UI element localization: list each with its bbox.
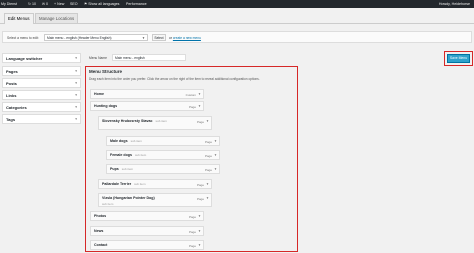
menu-item-title: Hunting dogs: [94, 104, 118, 108]
menu-item-title: Male dogs: [110, 139, 128, 143]
menu-item-type: Page: [204, 153, 212, 158]
chevron-down-icon[interactable]: ▼: [206, 119, 209, 123]
menu-item-type: Page: [204, 167, 212, 172]
menu-item-type: Custom: [185, 92, 196, 97]
menu-item-sub-label: sub item: [130, 139, 142, 143]
chevron-down-icon: ▼: [142, 36, 145, 40]
menu-item-pups[interactable]: Pups sub item Page ▼: [106, 164, 220, 174]
chevron-down-icon[interactable]: ▼: [206, 196, 209, 200]
tab-edit-menus[interactable]: Edit Menus: [4, 13, 34, 24]
menu-item-sub-label: sub item: [134, 153, 147, 157]
menu-select-value: Main menu - english (Header Menu English…: [47, 36, 112, 40]
chevron-down-icon[interactable]: ▼: [198, 229, 201, 233]
menu-item-contact[interactable]: Contact Page ▼: [90, 240, 204, 250]
sidebar-item-posts[interactable]: Posts ▾: [2, 78, 81, 88]
menu-item-title: News: [94, 229, 104, 233]
menu-item-home[interactable]: Home Custom ▼: [90, 89, 204, 99]
menu-item-slovensky[interactable]: Slovensky Hrubosrsty Stavac sub item Page…: [98, 116, 212, 130]
chevron-down-icon: ▾: [75, 56, 77, 60]
admin-bar: My Dienst ↻ 10 ✉ 0 + New SEO ⚑ Show all …: [0, 0, 474, 8]
menu-item-type: Page: [196, 182, 204, 187]
menu-item-type: Page: [204, 139, 212, 144]
menu-item-sub-label: sub item: [134, 182, 146, 186]
chevron-down-icon[interactable]: ▼: [214, 139, 217, 143]
performance-link[interactable]: Performance: [126, 0, 147, 8]
menu-item-pallardale-terrier[interactable]: Pallardale Terrier sub item Page ▼: [98, 179, 212, 189]
languages-label: Show all languages: [88, 2, 120, 6]
menu-item-sub-label: sub item: [121, 167, 134, 171]
menu-item-title: Slovensky Hrubosrsty Stavac: [102, 119, 153, 123]
create-menu-link[interactable]: create a new menu: [173, 36, 201, 40]
sidebar-item-categories[interactable]: Categories ▾: [2, 102, 81, 112]
or-text: or: [169, 36, 172, 40]
menu-item-title: Pups: [110, 167, 119, 171]
menu-item-sub-label: sub item: [102, 201, 114, 206]
sidebar-item-tags[interactable]: Tags ▾: [2, 114, 81, 124]
menu-item-title: Home: [94, 92, 104, 96]
menu-item-title: Photos: [94, 214, 107, 218]
sidebar-item-pages[interactable]: Pages ▾: [2, 66, 81, 76]
chevron-down-icon[interactable]: ▼: [198, 214, 201, 218]
chevron-down-icon[interactable]: ▼: [198, 243, 201, 247]
user-greeting[interactable]: Howdy, Heidehorse: [439, 0, 470, 8]
menu-tabs: Edit Menus Manage Locations: [0, 13, 474, 24]
sidebar-item-label: Links: [6, 93, 17, 98]
sidebar-item-links[interactable]: Links ▾: [2, 90, 81, 100]
menu-item-type: Page: [188, 104, 196, 109]
save-menu-button[interactable]: Save Menu: [447, 54, 470, 63]
menu-select-bar: Select a menu to edit: Main menu - engli…: [2, 31, 472, 43]
menu-item-female-dogs[interactable]: Female dogs sub item Page ▼: [106, 150, 220, 160]
menu-item-male-dogs[interactable]: Male dogs sub item Page ▼: [106, 136, 220, 146]
menu-item-type: Page: [188, 229, 196, 234]
select-button[interactable]: Select: [152, 34, 166, 41]
chevron-down-icon: ▾: [75, 105, 77, 109]
chevron-down-icon[interactable]: ▼: [214, 167, 217, 171]
menu-item-title: Vizsla (Hungarian Pointer Dog): [102, 196, 155, 200]
select-menu-label: Select a menu to edit:: [7, 36, 39, 40]
comments-count: 0: [46, 2, 49, 6]
menu-item-type: Page: [188, 243, 196, 248]
chevron-down-icon: ▾: [75, 81, 77, 85]
chevron-down-icon[interactable]: ▼: [198, 104, 201, 108]
menu-item-news[interactable]: News Page ▼: [90, 226, 204, 236]
sidebar-item-language-switcher[interactable]: Language switcher ▾: [2, 53, 81, 63]
tab-manage-locations[interactable]: Manage Locations: [35, 13, 79, 23]
menu-item-photos[interactable]: Photos Page ▼: [90, 211, 204, 221]
sidebar-item-label: Posts: [6, 81, 17, 86]
sidebar-item-label: Language switcher: [6, 56, 43, 61]
menu-item-type: Page: [188, 214, 196, 219]
chevron-down-icon: ▾: [75, 93, 77, 97]
sidebar-item-label: Categories: [6, 105, 27, 110]
menu-item-type: Page: [196, 119, 204, 124]
chevron-down-icon[interactable]: ▼: [198, 92, 201, 96]
menu-item-title: Female dogs: [110, 153, 132, 157]
menu-name-label: Menu Name: [89, 56, 107, 60]
site-name-link[interactable]: My Dienst: [1, 0, 17, 8]
seo-link[interactable]: SEO: [70, 0, 78, 8]
updates-icon[interactable]: ↻ 10: [28, 0, 36, 8]
chevron-down-icon[interactable]: ▼: [206, 182, 209, 186]
languages-link[interactable]: ⚑ Show all languages: [84, 0, 119, 8]
chevron-down-icon: ▾: [75, 69, 77, 73]
menu-item-vizsla[interactable]: Vizsla (Hungarian Pointer Dog) sub item …: [98, 193, 212, 207]
menu-item-hunting-dogs[interactable]: Hunting dogs Page ▼: [90, 101, 204, 111]
create-menu-text: or create a new menu: [169, 36, 201, 40]
menu-select-dropdown[interactable]: Main menu - english (Header Menu English…: [44, 34, 148, 41]
menu-item-title: Contact: [94, 243, 108, 247]
menu-item-sub-label: sub item: [155, 119, 167, 123]
flag-icon: ⚑: [84, 2, 88, 6]
sidebar-item-label: Tags: [6, 117, 16, 122]
sidebar-item-label: Pages: [6, 69, 18, 74]
chevron-down-icon[interactable]: ▼: [214, 153, 217, 157]
menu-name-input[interactable]: Main menu - english: [112, 54, 186, 61]
menu-structure-title: Menu Structure: [89, 69, 123, 74]
menu-item-title: Pallardale Terrier: [102, 182, 132, 186]
menu-item-type: Page: [196, 196, 204, 201]
menu-structure-description: Drag each item into the order you prefer…: [89, 77, 260, 81]
updates-count: 10: [32, 2, 37, 6]
comments-icon[interactable]: ✉ 0: [42, 0, 48, 8]
new-content-link[interactable]: + New: [54, 0, 64, 8]
chevron-down-icon: ▾: [75, 117, 77, 121]
